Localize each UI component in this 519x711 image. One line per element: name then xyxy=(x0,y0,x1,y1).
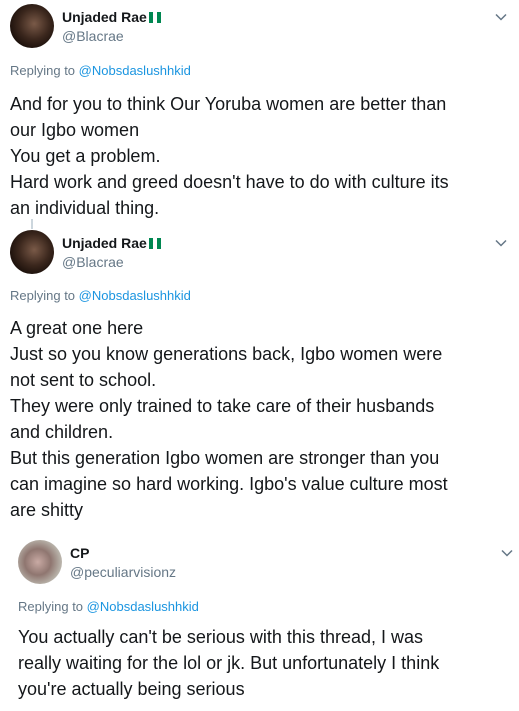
tweet-line: can imagine so hard working. Igbo's valu… xyxy=(10,474,448,494)
tweet-line: They were only trained to take care of t… xyxy=(10,396,435,416)
tweet-line: you're actually being serious xyxy=(18,679,245,699)
tweet-line: an individual thing. xyxy=(10,198,160,218)
chevron-down-icon[interactable] xyxy=(494,236,508,250)
replying-to-link[interactable]: @Nobsdaslushhkid xyxy=(79,288,191,303)
nigeria-flag-icon xyxy=(148,236,161,252)
tweet-line: You actually can't be serious with this … xyxy=(18,627,423,647)
avatar[interactable] xyxy=(18,540,62,584)
avatar[interactable] xyxy=(10,230,54,274)
display-name[interactable]: Unjaded Rae xyxy=(62,9,161,26)
tweet-line: are shitty xyxy=(10,500,84,520)
tweet-line: And for you to think Our Yoruba women ar… xyxy=(10,94,447,114)
user-handle[interactable]: @Blacrae xyxy=(62,28,124,44)
replying-to: Replying to @Nobsdaslushhkid xyxy=(10,63,191,78)
display-name[interactable]: Unjaded Rae xyxy=(62,235,161,252)
nigeria-flag-icon xyxy=(148,10,161,26)
tweet-line: and children. xyxy=(10,422,114,442)
tweet-text: And for you to think Our Yoruba women ar… xyxy=(10,91,449,221)
replying-to-link[interactable]: @Nobsdaslushhkid xyxy=(87,599,199,614)
tweet-text: A great one here Just so you know genera… xyxy=(10,315,448,523)
tweet-line: A great one here xyxy=(10,318,144,338)
tweet-2: Unjaded Rae @Blacrae Replying to @Nobsda… xyxy=(0,222,519,525)
display-name-text[interactable]: Unjaded Rae xyxy=(62,9,147,25)
tweet-text: You actually can't be serious with this … xyxy=(18,624,439,702)
tweet-line: Hard work and greed doesn't have to do w… xyxy=(10,172,449,192)
tweet-line: our Igbo women xyxy=(10,120,140,140)
display-name[interactable]: CP xyxy=(70,545,89,561)
chevron-down-icon[interactable] xyxy=(500,546,514,560)
replying-to: Replying to @Nobsdaslushhkid xyxy=(10,288,191,303)
tweet-line: Just so you know generations back, Igbo … xyxy=(10,344,443,364)
tweet-3: CP @peculiarvisionz Replying to @Nobsdas… xyxy=(0,530,519,711)
tweet-line: You get a problem. xyxy=(10,146,161,166)
replying-to: Replying to @Nobsdaslushhkid xyxy=(18,599,199,614)
user-handle[interactable]: @peculiarvisionz xyxy=(70,564,176,580)
chevron-down-icon[interactable] xyxy=(494,10,508,24)
replying-to-link[interactable]: @Nobsdaslushhkid xyxy=(79,63,191,78)
display-name-text[interactable]: CP xyxy=(70,545,89,561)
tweet-line: But this generation Igbo women are stron… xyxy=(10,448,440,468)
avatar[interactable] xyxy=(10,4,54,48)
display-name-text[interactable]: Unjaded Rae xyxy=(62,235,147,251)
tweet-line: really waiting for the lol or jk. But un… xyxy=(18,653,440,673)
tweet-1: Unjaded Rae @Blacrae Replying to @Nobsda… xyxy=(0,0,519,222)
replying-prefix: Replying to xyxy=(18,599,84,614)
tweet-line: not sent to school. xyxy=(10,370,157,390)
user-handle[interactable]: @Blacrae xyxy=(62,254,124,270)
replying-prefix: Replying to xyxy=(10,288,76,303)
replying-prefix: Replying to xyxy=(10,63,76,78)
